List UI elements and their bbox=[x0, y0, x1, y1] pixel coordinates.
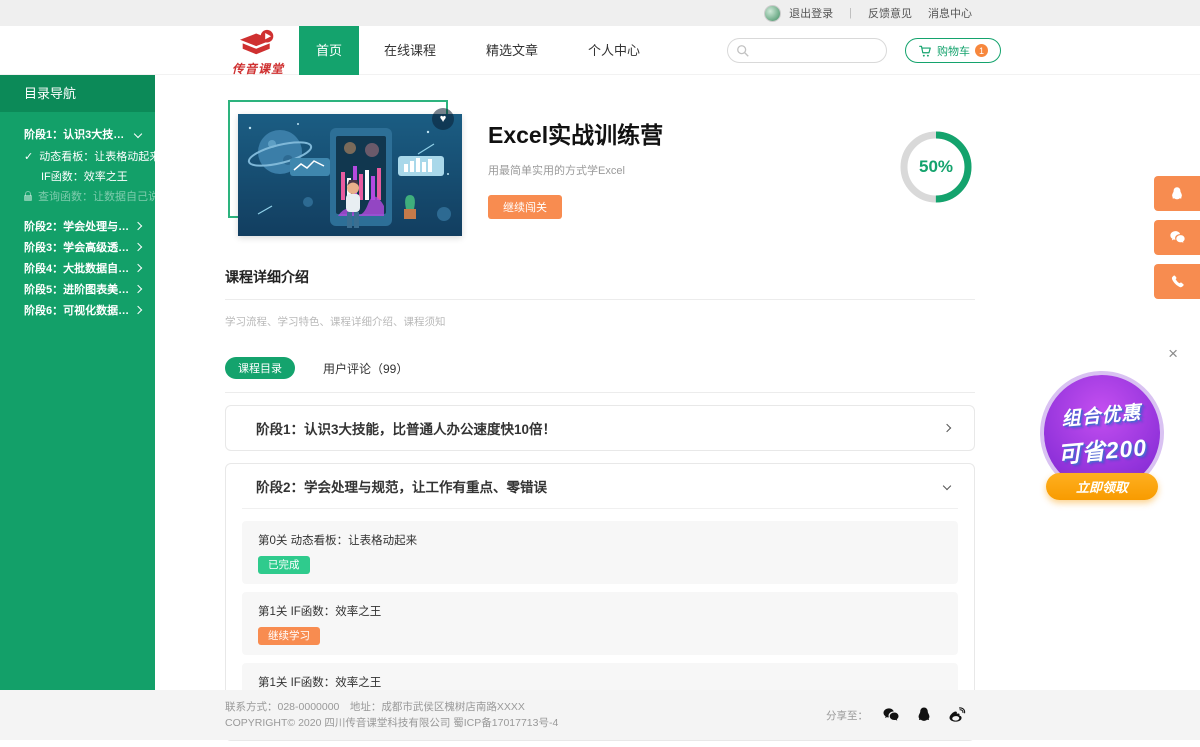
course-tabs: 课程目录 用户评论（99） bbox=[225, 357, 975, 379]
topbar-divider: | bbox=[849, 7, 852, 19]
lock-icon bbox=[24, 195, 32, 201]
qq-contact-button[interactable] bbox=[1154, 176, 1200, 211]
search-bar: 搜索 bbox=[727, 38, 887, 63]
chevron-right-icon bbox=[134, 264, 142, 272]
sidebar-stage-6[interactable]: 阶段6：可视化数据分析，帮老板... bbox=[0, 300, 155, 320]
main-navbar: 传音课堂 CHUANYINKETANG 首页 在线课程 精选文章 个人中心 搜索… bbox=[0, 26, 1200, 75]
footer-contact: 联系方式：028-0000000 地址：成都市武侯区槐树店南路XXXX bbox=[225, 699, 558, 715]
heading-divider bbox=[225, 299, 975, 300]
nav-item-articles[interactable]: 精选文章 bbox=[461, 26, 563, 75]
phone-icon bbox=[1169, 273, 1186, 290]
sidebar-stage-3[interactable]: 阶段3：学会高级透视，拥有同时... bbox=[0, 237, 155, 257]
qq-share-icon[interactable] bbox=[914, 705, 934, 725]
page-footer: 联系方式：028-0000000 地址：成都市武侯区槐树店南路XXXX COPY… bbox=[0, 690, 1200, 740]
share-label: 分享至： bbox=[826, 708, 868, 723]
course-title: Excel实战训练营 bbox=[488, 116, 663, 150]
weibo-share-icon[interactable] bbox=[947, 705, 967, 725]
wechat-icon bbox=[1168, 228, 1187, 247]
chevron-right-icon bbox=[943, 424, 951, 432]
tabs-divider bbox=[225, 392, 975, 393]
detail-description: 学习流程、学习特色、课程详细介绍、课程须知 bbox=[225, 314, 975, 329]
cart-button[interactable]: 购物车 1 bbox=[905, 38, 1001, 63]
course-header: ♥ Excel实战训练营 用最简单实用的方式学Excel 继续闯关 50% bbox=[225, 100, 975, 237]
wechat-share-icon[interactable] bbox=[881, 705, 901, 725]
course-cover-illustration bbox=[238, 114, 462, 236]
sidebar-lesson-done[interactable]: ✓ 动态看板：让表格动起来 bbox=[0, 146, 155, 166]
qq-icon bbox=[1168, 185, 1186, 203]
user-avatar[interactable] bbox=[764, 5, 781, 22]
sidebar-lesson-current[interactable]: IF函数：效率之王 bbox=[0, 166, 155, 186]
chevron-right-icon bbox=[134, 243, 142, 251]
floating-contact-bar bbox=[1154, 176, 1200, 299]
nav-menu: 首页 在线课程 精选文章 个人中心 bbox=[299, 26, 665, 75]
sidebar-title: 目录导航 bbox=[0, 75, 155, 112]
continue-button[interactable]: 继续闯关 bbox=[488, 195, 562, 219]
heart-icon: ♥ bbox=[440, 113, 447, 125]
user-menu[interactable]: 退出登录 bbox=[764, 5, 833, 22]
cart-label: 购物车 bbox=[937, 43, 970, 59]
accordion-stage-1-header[interactable]: 阶段1：认识3大技能，比普通人办公速度快10倍！ bbox=[226, 406, 974, 450]
message-center-link[interactable]: 消息中心 bbox=[928, 5, 972, 21]
nav-item-profile[interactable]: 个人中心 bbox=[563, 26, 665, 75]
cart-icon bbox=[918, 44, 932, 58]
chevron-down-icon bbox=[134, 130, 142, 138]
accordion-stage-1: 阶段1：认识3大技能，比普通人办公速度快10倍！ bbox=[225, 405, 975, 451]
sidebar-stage-5[interactable]: 阶段5：进阶图表美化，让汇报一... bbox=[0, 279, 155, 299]
catalog-sidebar: 目录导航 阶段1：认识3大技能，比普通人... ✓ 动态看板：让表格动起来 IF… bbox=[0, 75, 155, 690]
claim-coupon-button[interactable]: 立即领取 bbox=[1046, 473, 1158, 500]
promo-text-line2: 可省200 bbox=[1057, 428, 1149, 470]
sidebar-stage-1[interactable]: 阶段1：认识3大技能，比普通人... bbox=[0, 122, 155, 146]
tab-comments[interactable]: 用户评论（99） bbox=[323, 360, 408, 377]
nav-item-home[interactable]: 首页 bbox=[299, 26, 359, 75]
phone-contact-button[interactable] bbox=[1154, 264, 1200, 299]
lesson-status-badge[interactable]: 已完成 bbox=[258, 556, 310, 574]
logout-link[interactable]: 退出登录 bbox=[789, 5, 833, 21]
top-utility-bar: 退出登录 | 反馈意见 消息中心 bbox=[0, 0, 1200, 26]
search-input[interactable] bbox=[728, 39, 887, 62]
cart-count-badge: 1 bbox=[975, 44, 988, 57]
search-icon bbox=[736, 44, 750, 58]
sidebar-lesson-locked[interactable]: 查询函数：让数据自己说话 bbox=[0, 186, 155, 206]
close-icon[interactable]: × bbox=[1168, 345, 1178, 362]
lesson-item-1[interactable]: 第1关 IF函数：效率之王 继续学习 bbox=[242, 592, 958, 655]
check-icon: ✓ bbox=[24, 150, 33, 163]
promo-widget: × 组合优惠 可省200 立即领取 bbox=[1020, 345, 1186, 510]
chevron-down-icon bbox=[943, 482, 951, 490]
tab-catalog[interactable]: 课程目录 bbox=[225, 357, 295, 379]
detail-heading: 课程详细介绍 bbox=[225, 267, 975, 287]
feedback-link[interactable]: 反馈意见 bbox=[868, 5, 912, 21]
graduation-cap-icon bbox=[236, 29, 280, 56]
wechat-contact-button[interactable] bbox=[1154, 220, 1200, 255]
progress-ring: 50% bbox=[897, 128, 975, 206]
lesson-status-badge[interactable]: 继续学习 bbox=[258, 627, 320, 645]
progress-value: 50% bbox=[897, 128, 975, 206]
course-subtitle: 用最简单实用的方式学Excel bbox=[488, 162, 663, 178]
promo-text-line1: 组合优惠 bbox=[1060, 397, 1142, 431]
footer-copyright: COPYRIGHT© 2020 四川传音课堂科技有限公司 蜀ICP备170177… bbox=[225, 715, 558, 731]
nav-item-courses[interactable]: 在线课程 bbox=[359, 26, 461, 75]
lesson-item-0[interactable]: 第0关 动态看板：让表格动起来 已完成 bbox=[242, 521, 958, 584]
course-cover[interactable]: ♥ bbox=[225, 100, 462, 237]
sidebar-stage-2[interactable]: 阶段2：学会处理与规范，让工作... bbox=[0, 216, 155, 236]
chevron-right-icon bbox=[134, 222, 142, 230]
favorite-button[interactable]: ♥ bbox=[432, 108, 454, 130]
sidebar-stage-4[interactable]: 阶段4：大批数据自动统计分析，... bbox=[0, 258, 155, 278]
accordion-stage-2-header[interactable]: 阶段2：学会处理与规范，让工作有重点、零错误 bbox=[226, 464, 974, 508]
chevron-right-icon bbox=[134, 285, 142, 293]
chevron-right-icon bbox=[134, 306, 142, 314]
